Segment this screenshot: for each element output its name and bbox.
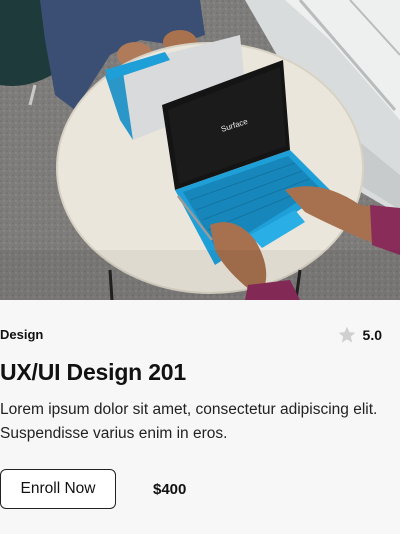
- course-photo: Surface: [0, 0, 400, 300]
- enroll-now-button[interactable]: Enroll Now: [0, 469, 116, 509]
- course-details: Design 5.0 UX/UI Design 201 Lorem ipsum …: [0, 300, 400, 534]
- star-icon: [338, 326, 355, 343]
- course-title: UX/UI Design 201: [0, 359, 186, 385]
- course-rating: 5.0: [337, 325, 382, 345]
- course-image: Surface: [0, 0, 400, 300]
- course-description: Lorem ipsum dolor sit amet, consectetur …: [0, 401, 378, 442]
- rating-value: 5.0: [362, 327, 382, 343]
- course-category: Design: [0, 327, 44, 342]
- course-price: $400: [153, 481, 187, 498]
- course-card: Surface Design 5.0 UX/UI Design 201 Lore…: [0, 0, 400, 534]
